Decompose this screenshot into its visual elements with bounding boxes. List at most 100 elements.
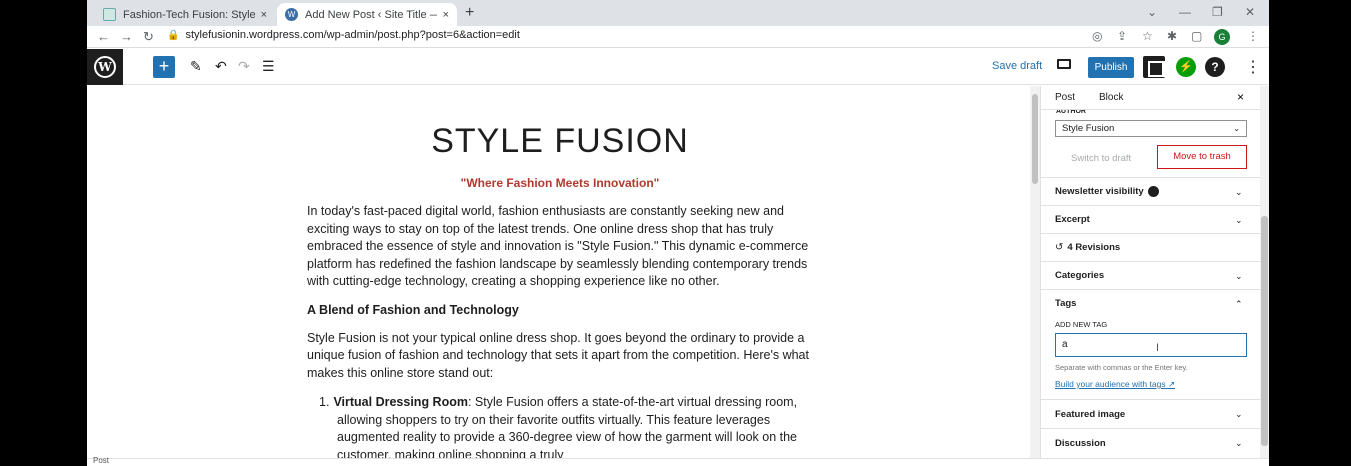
author-value: Style Fusion [1062, 123, 1115, 134]
build-audience-link[interactable]: Build your audience with tags ↗ [1055, 379, 1175, 390]
tab-title: Fashion-Tech Fusion: Style Revo [123, 8, 255, 21]
edit-pencil-icon[interactable]: ✎ [190, 58, 202, 75]
panel-title: Tags [1055, 298, 1077, 309]
panel-tags[interactable]: Tags ⌃ [1041, 289, 1260, 317]
sidebar-scrollbar[interactable] [1260, 86, 1269, 458]
panel-excerpt[interactable]: Excerpt ⌄ [1041, 205, 1260, 233]
share-icon[interactable]: ⇪ [1117, 29, 1127, 43]
minimize-icon[interactable]: — [1179, 5, 1191, 19]
list-view-icon[interactable]: ☰ [262, 58, 275, 75]
editor-toolbar: W + ✎ ↶ ↷ ☰ Save draft Publish ⚡ ? ⋮ [87, 49, 1269, 85]
link-text: Build your audience with tags [1055, 379, 1166, 389]
panel-revisions[interactable]: ↺ 4 Revisions [1041, 233, 1260, 261]
chevron-down-icon: ⌄ [1235, 438, 1243, 448]
panel-title: Discussion [1055, 438, 1106, 449]
chevron-down-icon: ⌄ [1235, 271, 1243, 281]
help-button[interactable]: ? [1205, 57, 1225, 77]
add-new-tag-label: ADD NEW TAG [1055, 320, 1108, 329]
url-field[interactable]: 🔒 stylefusionin.wordpress.com/wp-admin/po… [167, 29, 520, 41]
panel-title: Newsletter visibility [1055, 186, 1144, 197]
tab-title: Add New Post ‹ Site Title — Wo [305, 8, 437, 21]
restore-icon[interactable]: ❐ [1212, 5, 1223, 19]
publish-button[interactable]: Publish [1088, 57, 1134, 78]
sidepanel-icon[interactable]: ▢ [1191, 29, 1202, 43]
jetpack-icon[interactable]: ⚡ [1176, 57, 1196, 77]
settings-sidebar: Post Block × AUTHOR Style Fusion ⌄ Switc… [1040, 86, 1260, 458]
panel-title: Featured image [1055, 409, 1126, 420]
tag-input-value: a [1062, 339, 1068, 350]
panel-title: Categories [1055, 270, 1105, 281]
sidebar-tabs: Post Block × [1041, 86, 1260, 110]
scrollbar-thumb[interactable] [1261, 216, 1268, 446]
list-block[interactable]: 1. Virtual Dressing Room: Style Fusion of… [307, 394, 813, 458]
panel-title: 4 Revisions [1067, 242, 1121, 253]
chevron-down-icon: ⌄ [1235, 187, 1243, 197]
author-select[interactable]: Style Fusion ⌄ [1055, 120, 1247, 137]
tab-strip: Fashion-Tech Fusion: Style Revo × W Add … [87, 0, 1269, 26]
editor-footer: Post [87, 456, 1269, 466]
scrollbar-thumb[interactable] [1032, 94, 1038, 184]
forward-icon[interactable]: → [120, 29, 133, 44]
chrome-menu-icon[interactable]: ⋮ [1247, 29, 1259, 43]
breadcrumb[interactable]: Post [93, 456, 109, 465]
tab-post[interactable]: Post [1055, 92, 1075, 103]
wordpress-favicon-icon: W [285, 8, 298, 21]
site-favicon-icon [103, 8, 116, 21]
address-bar-row: ← → ↻ 🔒 stylefusionin.wordpress.com/wp-ad… [87, 26, 1269, 48]
list-number: 1. [319, 395, 330, 409]
lock-icon: 🔒 [167, 30, 180, 41]
bookmark-star-icon[interactable]: ☆ [1142, 29, 1153, 43]
panel-newsletter-visibility[interactable]: Newsletter visibility ⌄ [1041, 177, 1260, 205]
panel-categories[interactable]: Categories ⌄ [1041, 261, 1260, 289]
options-menu-icon[interactable]: ⋮ [1245, 57, 1261, 77]
preview-icon[interactable] [1057, 59, 1071, 69]
post-tagline[interactable]: "Where Fashion Meets Innovation" [307, 176, 813, 190]
paragraph-block[interactable]: Style Fusion is not your typical online … [307, 330, 813, 383]
eye-off-icon[interactable]: ◎ [1092, 29, 1102, 43]
settings-sidebar-icon[interactable] [1143, 56, 1167, 78]
list-item[interactable]: 1. Virtual Dressing Room: Style Fusion of… [319, 394, 813, 458]
heading-block[interactable]: A Blend of Fashion and Technology [307, 303, 813, 317]
tab-search-icon[interactable]: ⌄ [1147, 5, 1157, 19]
move-to-trash-button[interactable]: Move to trash [1157, 145, 1247, 169]
extensions-puzzle-icon[interactable]: ✱ [1167, 29, 1177, 43]
url-text: stylefusionin.wordpress.com/wp-admin/pos… [185, 29, 520, 41]
back-icon[interactable]: ← [97, 29, 110, 44]
tag-input[interactable]: a I [1055, 333, 1247, 357]
close-sidebar-icon[interactable]: × [1237, 90, 1244, 104]
post-content: STYLE FUSION "Where Fashion Meets Innova… [307, 86, 813, 458]
switch-to-draft-button[interactable]: Switch to draft [1071, 153, 1131, 164]
wordpress-logo-icon[interactable]: W [87, 49, 123, 85]
reload-icon[interactable]: ↻ [143, 29, 154, 45]
window-close-icon[interactable]: ✕ [1245, 5, 1255, 19]
chevron-down-icon: ⌄ [1233, 124, 1240, 133]
browser-tab-fashion[interactable]: Fashion-Tech Fusion: Style Revo × [95, 3, 275, 26]
list-item-title: Virtual Dressing Room [333, 395, 468, 409]
panel-discussion[interactable]: Discussion ⌄ [1041, 428, 1260, 458]
post-title[interactable]: STYLE FUSION [307, 122, 813, 161]
undo-icon[interactable]: ↶ [215, 58, 227, 75]
add-block-button[interactable]: + [153, 56, 175, 78]
browser-tab-add-post[interactable]: W Add New Post ‹ Site Title — Wo × [277, 3, 457, 26]
tab-block[interactable]: Block [1099, 92, 1123, 103]
canvas-scrollbar[interactable] [1030, 86, 1040, 458]
redo-icon[interactable]: ↷ [238, 58, 250, 75]
revisions-icon: ↺ [1055, 242, 1064, 253]
tab-close-icon[interactable]: × [443, 9, 449, 21]
browser-window: Fashion-Tech Fusion: Style Revo × W Add … [87, 0, 1269, 466]
text-cursor-icon: I [1156, 342, 1160, 354]
jetpack-icon [1147, 185, 1159, 197]
tab-close-icon[interactable]: × [261, 9, 267, 21]
panel-title: Excerpt [1055, 214, 1090, 225]
save-draft-button[interactable]: Save draft [992, 60, 1042, 72]
chevron-down-icon: ⌄ [1235, 215, 1243, 225]
tag-help-text: Separate with commas or the Enter key. [1055, 363, 1188, 372]
chevron-down-icon: ⌄ [1235, 409, 1243, 419]
chevron-up-icon: ⌃ [1235, 299, 1243, 309]
editor-canvas[interactable]: STYLE FUSION "Where Fashion Meets Innova… [87, 86, 1030, 458]
external-link-icon: ↗ [1167, 379, 1176, 389]
paragraph-block[interactable]: In today's fast-paced digital world, fas… [307, 203, 813, 291]
profile-avatar[interactable]: G [1214, 29, 1230, 45]
panel-featured-image[interactable]: Featured image ⌄ [1041, 399, 1260, 428]
new-tab-button[interactable]: + [465, 4, 474, 22]
